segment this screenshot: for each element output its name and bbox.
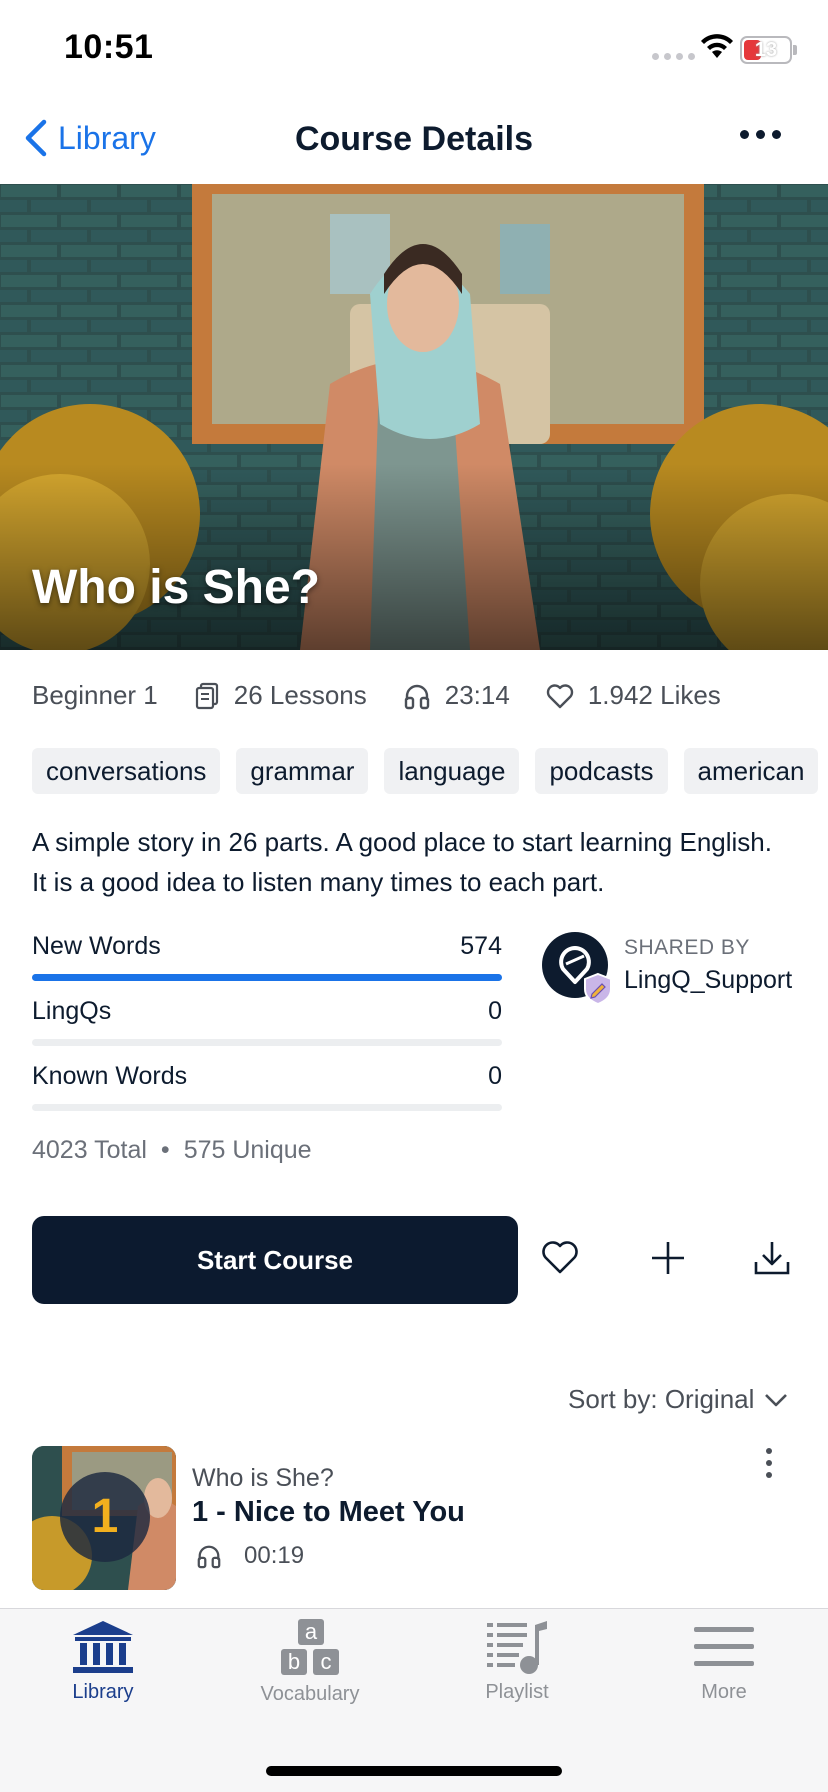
library-icon [73, 1621, 133, 1673]
verified-shield-icon [584, 972, 612, 1006]
lingqs-label: LingQs [32, 997, 112, 1025]
word-stats: New Words 574 LingQs 0 Known Words 0 [32, 932, 502, 1127]
course-title: Who is She? [32, 561, 320, 614]
lesson-duration: 00:19 [196, 1542, 304, 1570]
status-bar: 10:51 13 [0, 0, 828, 96]
tab-playlist-label: Playlist [485, 1681, 549, 1703]
lesson-number: 1 [60, 1472, 150, 1562]
new-words-value: 574 [460, 932, 502, 960]
start-course-button[interactable]: Start Course [32, 1216, 518, 1304]
shared-by-caption: SHARED BY [624, 936, 750, 959]
wifi-icon [701, 34, 733, 58]
known-words-value: 0 [488, 1062, 502, 1090]
level-stat: Beginner 1 [32, 680, 158, 711]
cellular-signal-icon [652, 53, 695, 60]
known-words-progress [32, 1104, 502, 1111]
status-time: 10:51 [64, 28, 154, 66]
tag-list: conversations grammar language podcasts … [32, 748, 828, 794]
playlist-icon [487, 1621, 547, 1674]
battery-level: 13 [754, 39, 778, 61]
lesson-title: 1 - Nice to Meet You [192, 1496, 465, 1528]
new-words-progress-fill [32, 974, 502, 981]
lesson-thumbnail: 1 [32, 1446, 176, 1590]
new-words-progress [32, 974, 502, 981]
level-label: Beginner 1 [32, 680, 158, 710]
course-cover-image: Who is She? [0, 184, 828, 650]
tab-library[interactable]: Library [3, 1619, 203, 1704]
total-words: 4023 Total [32, 1136, 147, 1164]
lingqs-row: LingQs 0 [32, 997, 502, 1062]
lesson-item[interactable]: 1 Who is She? 1 - Nice to Meet You 00:19 [32, 1446, 796, 1592]
lesson-duration-value: 00:19 [244, 1542, 305, 1569]
headphones-icon [404, 684, 429, 709]
headphones-icon [197, 1545, 221, 1569]
vocabulary-icon: a b c [281, 1619, 339, 1675]
tab-more[interactable]: More [624, 1619, 824, 1704]
lingqs-value: 0 [488, 997, 502, 1025]
tag-chip[interactable]: grammar [236, 748, 369, 794]
course-description: A simple story in 26 parts. A good place… [32, 827, 772, 897]
tab-bar: Library a b c Vocabulary Playlist More [0, 1608, 828, 1792]
home-indicator [266, 1766, 562, 1776]
shared-by[interactable]: SHARED BY LingQ_Support [542, 932, 812, 1012]
sort-dropdown[interactable]: Sort by: Original [568, 1384, 788, 1415]
tag-chip[interactable]: american [683, 748, 819, 794]
navigation-bar: Library Course Details [0, 96, 828, 184]
sort-label: Sort by: Original [568, 1384, 755, 1414]
unique-words: 575 Unique [183, 1136, 312, 1164]
duration-stat: 23:14 [403, 680, 510, 711]
tag-chip[interactable]: conversations [32, 748, 221, 794]
tab-more-label: More [701, 1681, 747, 1703]
lessons-icon [195, 682, 218, 709]
menu-icon [694, 1627, 754, 1666]
tab-vocabulary-label: Vocabulary [260, 1683, 360, 1705]
shared-by-name: LingQ_Support [624, 966, 793, 994]
tab-library-label: Library [72, 1681, 134, 1703]
likes-stat: 1.942 Likes [546, 680, 721, 711]
known-words-label: Known Words [32, 1062, 188, 1090]
course-duration: 23:14 [444, 680, 510, 710]
heart-icon[interactable] [540, 1238, 580, 1278]
heart-icon [546, 683, 574, 708]
page-title: Course Details [294, 120, 534, 158]
lessons-count: 26 Lessons [233, 680, 367, 710]
new-words-label: New Words [32, 932, 161, 960]
more-options-button[interactable] [740, 130, 781, 139]
tab-vocabulary[interactable]: a b c Vocabulary [210, 1619, 410, 1706]
separator-dot: • [160, 1136, 170, 1164]
word-totals: 4023 Total • 575 Unique [32, 1136, 312, 1165]
svg-text:c: c [321, 1649, 332, 1674]
likes-count: 1.942 Likes [587, 680, 721, 710]
svg-text:b: b [288, 1649, 300, 1674]
battery-icon: 13 [740, 36, 792, 64]
tag-chip[interactable]: language [384, 748, 520, 794]
svg-text:a: a [305, 1619, 318, 1644]
lesson-course-name: Who is She? [192, 1464, 334, 1492]
chevron-down-icon [765, 1393, 788, 1406]
lessons-stat: 26 Lessons [194, 680, 367, 711]
lingqs-progress [32, 1039, 502, 1046]
new-words-row: New Words 574 [32, 932, 502, 997]
add-icon[interactable] [648, 1238, 688, 1278]
known-words-row: Known Words 0 [32, 1062, 502, 1127]
tab-playlist[interactable]: Playlist [417, 1619, 617, 1704]
lesson-options-button[interactable] [766, 1448, 772, 1478]
tag-chip[interactable]: podcasts [535, 748, 668, 794]
download-icon[interactable] [752, 1238, 792, 1278]
course-stats: Beginner 1 26 Lessons 23:14 1.942 Likes [32, 680, 757, 711]
